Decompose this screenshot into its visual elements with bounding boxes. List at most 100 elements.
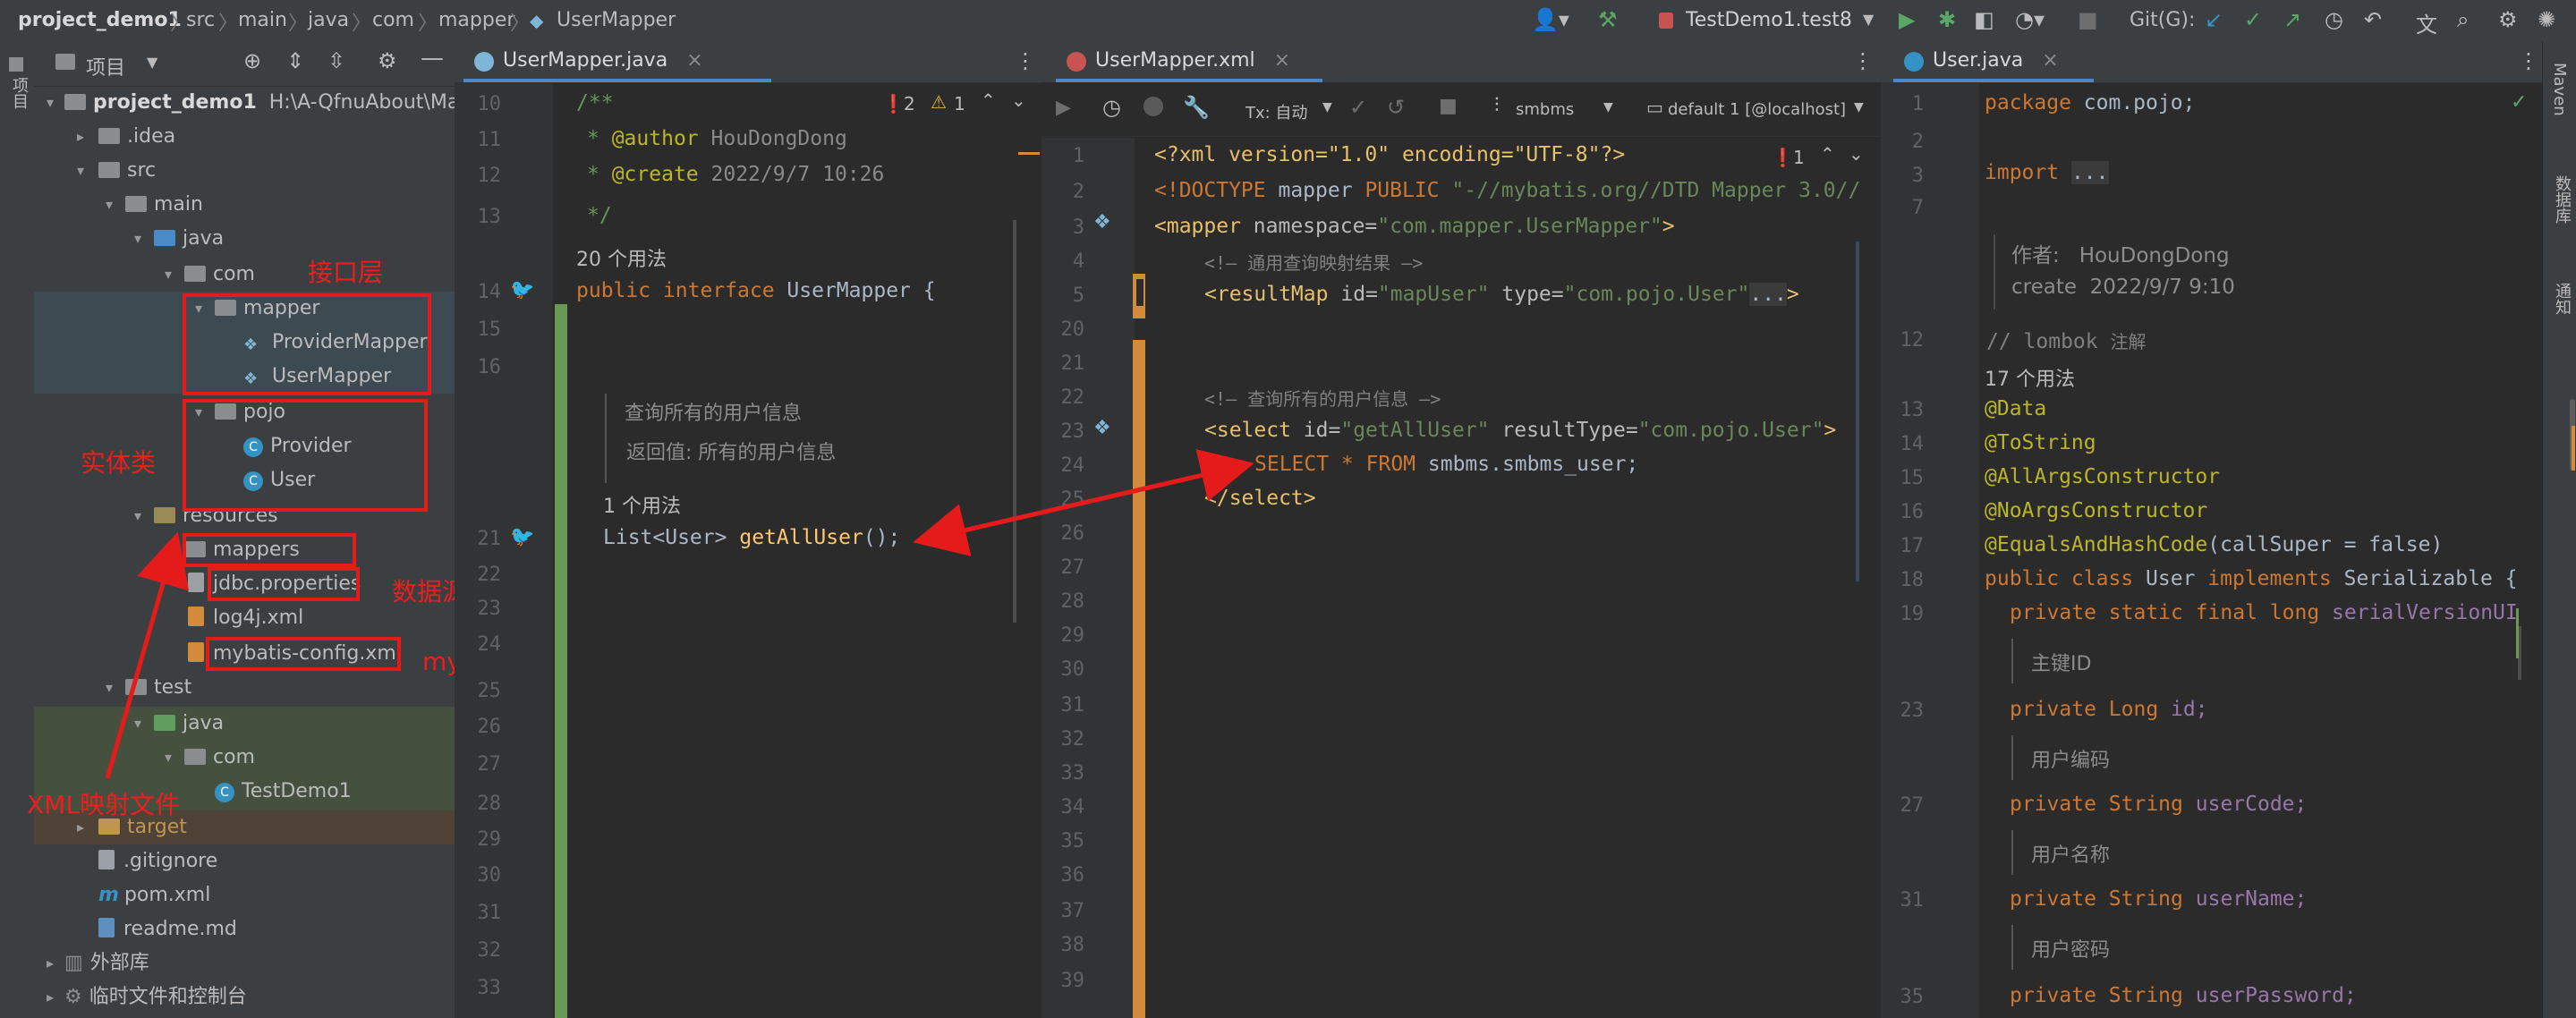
code-line-13[interactable]: */ <box>587 204 612 227</box>
user-line-3[interactable]: import ... <box>1985 161 2109 184</box>
project-tool-icon[interactable] <box>9 57 23 72</box>
user-icon[interactable]: 👤▾ <box>1532 7 1569 32</box>
user-line-23[interactable]: private Long id; <box>2010 698 2208 721</box>
commit-icon[interactable]: ✓ <box>1349 95 1367 120</box>
breadcrumb-com[interactable]: com <box>372 9 414 31</box>
collapsed-arrow-icon[interactable]: ▸ <box>165 533 172 567</box>
navigate-to-interface-icon[interactable]: ❖ <box>1093 211 1111 233</box>
breadcrumb-usermapper[interactable]: UserMapper <box>557 9 676 31</box>
stop-icon[interactable]: ■ <box>2078 7 2098 32</box>
tree-item-java[interactable]: java <box>154 222 224 256</box>
breadcrumb-main[interactable]: main <box>238 9 287 31</box>
tree-item-readme[interactable]: readme.md <box>98 912 237 946</box>
gear-icon[interactable]: ⚙ <box>378 48 397 73</box>
rollback-icon[interactable]: ↶ <box>2364 7 2382 32</box>
close-icon[interactable]: × <box>2042 49 2058 72</box>
code-line-21[interactable]: List<User> getAllUser(); <box>603 526 900 549</box>
gear-icon[interactable]: ⚙ <box>2498 7 2518 32</box>
xml-line-25[interactable]: </select> <box>1204 487 1316 510</box>
stop-icon[interactable] <box>1143 97 1163 116</box>
xml-line-2[interactable]: <!DOCTYPE mapper PUBLIC "-//mybatis.org/… <box>1154 179 1860 202</box>
expand-arrow-icon[interactable]: ▾ <box>134 707 141 741</box>
project-tool-label[interactable]: 项目 <box>7 77 30 109</box>
tree-item-pom[interactable]: m pom.xml <box>98 878 210 912</box>
tree-item-com[interactable]: com <box>184 258 255 292</box>
next-issue-icon[interactable]: ⌄ <box>1849 143 1864 165</box>
expand-arrow-icon[interactable]: ▾ <box>134 222 141 256</box>
coverage-icon[interactable]: ◧ <box>1974 7 1994 32</box>
breadcrumb-src[interactable]: src <box>186 9 215 31</box>
fold-marker[interactable] <box>1136 279 1143 306</box>
scrollbar[interactable] <box>1013 220 1016 623</box>
scrollbar[interactable] <box>1856 242 1859 581</box>
breadcrumb-java[interactable]: java <box>308 9 349 31</box>
collapsed-arrow-icon[interactable]: ▸ <box>47 946 54 980</box>
collapsed-arrow-icon[interactable]: ▸ <box>47 980 54 1014</box>
error-count[interactable]: 2 <box>904 93 915 115</box>
debug-icon[interactable]: ✱ <box>1938 7 1956 32</box>
code-line-11[interactable]: * @author HouDongDong <box>587 127 847 150</box>
tree-item-test-com[interactable]: com <box>184 741 255 775</box>
xml-line-24[interactable]: SELECT * FROM smbms.smbms_user; <box>1254 453 1638 476</box>
close-icon[interactable]: × <box>686 49 702 72</box>
git-push-icon[interactable]: ↗ <box>2283 7 2301 32</box>
error-count[interactable]: 1 <box>1793 147 1805 168</box>
expand-arrow-icon[interactable]: ▾ <box>106 188 113 222</box>
tree-item-external-libs[interactable]: ▥ 外部库 <box>64 946 149 980</box>
tree-item-gitignore[interactable]: .gitignore <box>98 844 217 878</box>
wrench-icon[interactable]: 🔧 <box>1183 95 1210 120</box>
plugin-icon[interactable]: ✺ <box>2538 7 2555 32</box>
xml-line-3[interactable]: <mapper namespace="com.mapper.UserMapper… <box>1154 215 1675 238</box>
tree-item-testdemo1[interactable]: C TestDemo1 <box>215 775 352 809</box>
user-line-13[interactable]: @Data <box>1985 397 2046 420</box>
xml-line-4[interactable]: <!— 通用查询映射结果 —> <box>1204 249 1423 275</box>
chevron-down-icon[interactable]: ▼ <box>147 54 157 71</box>
maven-tool-label[interactable]: Maven <box>2550 63 2569 116</box>
expand-arrow-icon[interactable]: ▾ <box>165 258 172 292</box>
git-update-icon[interactable]: ↙ <box>2205 7 2223 32</box>
user-line-18[interactable]: public class User implements Serializabl… <box>1985 567 2518 590</box>
expand-arrow-icon[interactable]: ▾ <box>77 154 84 188</box>
expand-arrow-icon[interactable]: ▾ <box>47 86 54 120</box>
user-line-14[interactable]: @ToString <box>1985 431 2096 454</box>
tree-item-test-java[interactable]: java <box>154 707 224 741</box>
database-tool-label[interactable]: 数据库 <box>2550 175 2573 224</box>
user-line-16[interactable]: @NoArgsConstructor <box>1985 499 2207 522</box>
tree-item-scratches[interactable]: ⚙ 临时文件和控制台 <box>64 980 247 1014</box>
project-panel-title[interactable]: 项目 <box>86 52 125 81</box>
code-line-10[interactable]: /** <box>576 91 614 115</box>
xml-line-23[interactable]: <select id="getAllUser" resultType="com.… <box>1204 419 1836 442</box>
previous-issue-icon[interactable]: ⌃ <box>1820 143 1835 165</box>
run-config-selector[interactable]: TestDemo1.test8 ▼ <box>1655 5 1879 36</box>
execute-icon[interactable]: ▶ <box>1056 97 1071 119</box>
tx-mode-selector[interactable]: Tx: 自动 <box>1245 100 1307 123</box>
code-line-12[interactable]: * @create 2022/9/7 10:26 <box>587 163 884 186</box>
user-line-12[interactable]: // lombok 注解 <box>1986 327 2146 353</box>
translate-icon[interactable]: 文 <box>2416 7 2437 38</box>
tab-usermapper-xml[interactable]: UserMapper.xml × <box>1056 41 1322 82</box>
more-icon[interactable]: ⋮ <box>1015 48 1036 73</box>
user-line-27[interactable]: private String userCode; <box>2010 793 2307 816</box>
history-icon[interactable]: ◷ <box>2325 7 2343 32</box>
mybatis-navigation-icon[interactable]: 🐦 <box>510 279 534 301</box>
mybatis-navigation-icon[interactable]: 🐦 <box>510 526 534 548</box>
expand-arrow-icon[interactable]: ▾ <box>106 671 113 705</box>
xml-line-22[interactable]: <!— 查询所有的用户信息 —> <box>1204 385 1441 411</box>
previous-issue-icon[interactable]: ⌃ <box>981 89 996 111</box>
breadcrumb-mapper[interactable]: mapper <box>438 9 514 31</box>
profile-icon[interactable]: ◔▾ <box>2015 7 2045 32</box>
more-icon[interactable]: ⋮ <box>1852 48 1874 73</box>
user-line-35[interactable]: private String userPassword; <box>2010 984 2357 1007</box>
breadcrumb-project[interactable]: project_demo1 <box>18 9 182 31</box>
build-hammer-icon[interactable]: ⚒ <box>1598 7 1618 32</box>
warning-count[interactable]: 1 <box>954 93 965 115</box>
minimize-icon[interactable]: — <box>421 45 444 72</box>
collapsed-arrow-icon[interactable]: ▸ <box>77 120 84 154</box>
tab-user-java[interactable]: User.java × <box>1893 41 2094 82</box>
more-icon[interactable]: ⋮ <box>2518 48 2539 73</box>
expand-arrow-icon[interactable]: ▾ <box>134 499 141 533</box>
tree-item-log4j[interactable]: log4j.xml <box>188 601 303 635</box>
xml-line-1[interactable]: <?xml version="1.0" encoding="UTF-8"?> <box>1154 143 1625 166</box>
tree-item-test[interactable]: test <box>125 671 191 705</box>
tree-item-root[interactable]: project_demo1 H:\A-QfnuAbout\Major <box>64 86 485 120</box>
